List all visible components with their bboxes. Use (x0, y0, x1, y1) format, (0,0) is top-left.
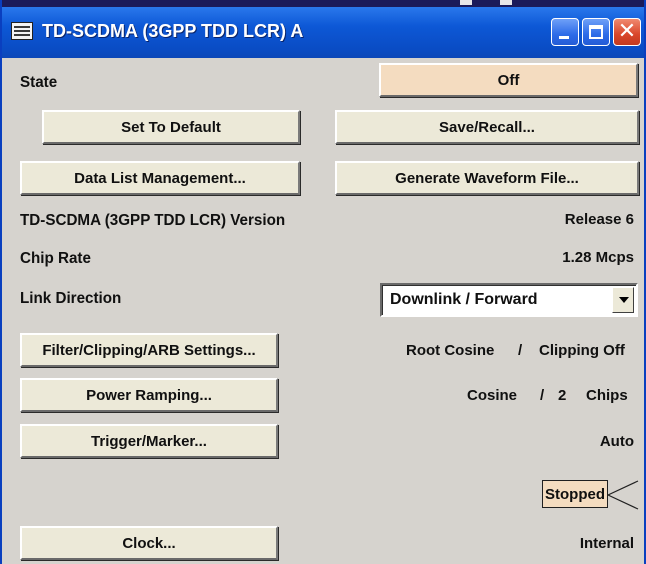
maximize-icon (589, 25, 603, 39)
power-ramping-button[interactable]: Power Ramping... (20, 378, 278, 412)
filter-separator: / (518, 342, 523, 359)
clock-source-value: Internal (579, 535, 634, 552)
data-list-management-button[interactable]: Data List Management... (20, 161, 300, 195)
link-direction-select[interactable]: Downlink / Forward (380, 283, 638, 317)
background-window-strip (2, 0, 644, 7)
minimize-button[interactable] (551, 18, 579, 46)
trigger-mode-value: Auto (599, 433, 634, 450)
set-to-default-button[interactable]: Set To Default (42, 110, 300, 144)
trigger-status-arrow-icon (607, 480, 639, 510)
dropdown-arrow-button[interactable] (612, 287, 634, 313)
state-label: State (20, 74, 58, 91)
link-direction-selected: Downlink / Forward (390, 291, 538, 308)
trigger-status-indicator: Stopped (542, 478, 642, 512)
state-toggle-button[interactable]: Off (379, 63, 638, 97)
clock-button[interactable]: Clock... (20, 526, 278, 560)
strip-mark (500, 0, 512, 5)
maximize-button[interactable] (582, 18, 610, 46)
close-icon: ✕ (617, 19, 637, 44)
strip-mark (460, 0, 472, 5)
window-app-icon[interactable] (11, 22, 33, 40)
filter-clipping-arb-settings-button[interactable]: Filter/Clipping/ARB Settings... (20, 333, 278, 367)
ramp-length-value: 2 (558, 387, 567, 404)
window-title: TD-SCDMA (3GPP TDD LCR) A (42, 21, 304, 41)
chip-rate-value: 1.28 Mcps (562, 249, 634, 266)
version-value: Release 6 (564, 211, 634, 228)
close-button[interactable]: ✕ (613, 18, 641, 46)
clipping-value: Clipping Off (539, 342, 625, 359)
ramp-shape-value: Cosine (467, 387, 518, 404)
filter-value: Root Cosine (406, 342, 495, 359)
td-scdma-window: TD-SCDMA (3GPP TDD LCR) A ✕ State Off Se… (0, 0, 646, 564)
ramp-separator: / (540, 387, 545, 404)
ramp-unit: Chips (586, 387, 628, 404)
trigger-marker-button[interactable]: Trigger/Marker... (20, 424, 278, 458)
dropdown-arrow-icon (619, 297, 629, 303)
link-direction-label: Link Direction (20, 290, 122, 307)
generate-waveform-file-button[interactable]: Generate Waveform File... (335, 161, 639, 195)
chip-rate-label: Chip Rate (20, 250, 91, 267)
title-bar[interactable]: TD-SCDMA (3GPP TDD LCR) A ✕ (2, 0, 644, 58)
version-label: TD-SCDMA (3GPP TDD LCR) Version (20, 212, 286, 229)
save-recall-button[interactable]: Save/Recall... (335, 110, 639, 144)
minimize-icon (559, 36, 569, 39)
